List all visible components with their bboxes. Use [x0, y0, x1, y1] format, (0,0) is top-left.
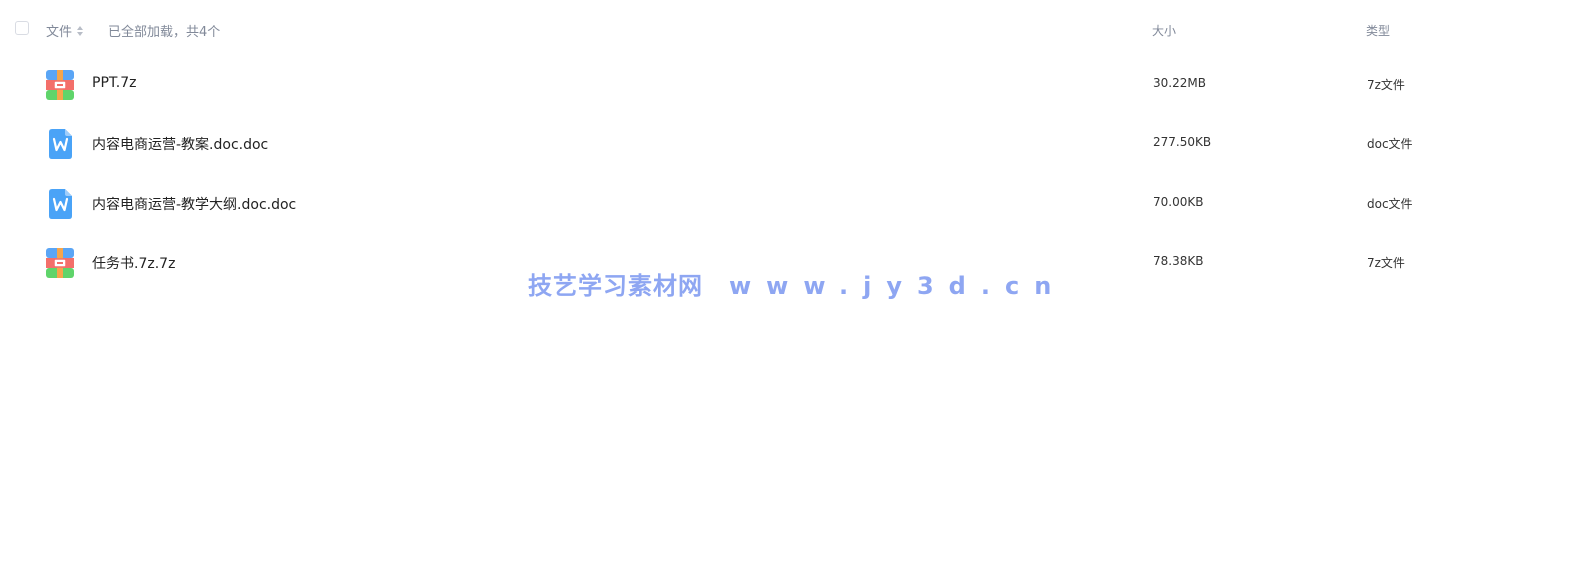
file-name[interactable]: 内容电商运营-教学大纲.doc.doc — [92, 194, 296, 214]
select-all-checkbox[interactable] — [15, 21, 29, 35]
file-type: doc文件 — [1367, 197, 1413, 211]
file-size: 30.22MB — [1153, 76, 1206, 90]
file-size: 78.38KB — [1153, 254, 1204, 268]
watermark: 技艺学习素材网 www.jy3d.cn — [528, 266, 1066, 301]
column-header-name-label: 文件 — [46, 25, 73, 40]
file-type: 7z文件 — [1367, 78, 1405, 92]
file-row[interactable]: 内容电商运营-教案.doc.doc 277.50KB doc文件 — [0, 114, 1580, 174]
file-list: 文件 已全部加载，共4个 大小 类型 PPT.7z 30.22MB 7z文件 内… — [0, 0, 1580, 568]
file-size: 277.50KB — [1153, 135, 1212, 149]
word-doc-icon — [45, 129, 75, 159]
load-status-text: 已全部加载，共4个 — [108, 25, 221, 40]
column-header-name[interactable]: 文件 — [46, 21, 84, 40]
archive-icon — [45, 70, 75, 100]
file-type: 7z文件 — [1367, 256, 1405, 270]
sort-icon[interactable] — [76, 25, 84, 37]
watermark-text: 技艺学习素材网 — [528, 272, 703, 300]
file-name[interactable]: 内容电商运营-教案.doc.doc — [92, 134, 268, 154]
file-row[interactable]: PPT.7z 30.22MB 7z文件 — [0, 55, 1580, 115]
file-name[interactable]: 任务书.7z.7z — [92, 253, 175, 273]
watermark-url: www.jy3d.cn — [729, 272, 1067, 300]
column-header-size[interactable]: 大小 — [1152, 22, 1176, 39]
file-list-header: 文件 已全部加载，共4个 大小 类型 — [0, 0, 1580, 58]
column-header-type[interactable]: 类型 — [1366, 22, 1390, 39]
word-doc-icon — [45, 189, 75, 219]
file-type: doc文件 — [1367, 137, 1413, 151]
archive-icon — [45, 248, 75, 278]
file-size: 70.00KB — [1153, 195, 1204, 209]
file-name[interactable]: PPT.7z — [92, 75, 136, 91]
file-row[interactable]: 内容电商运营-教学大纲.doc.doc 70.00KB doc文件 — [0, 174, 1580, 234]
